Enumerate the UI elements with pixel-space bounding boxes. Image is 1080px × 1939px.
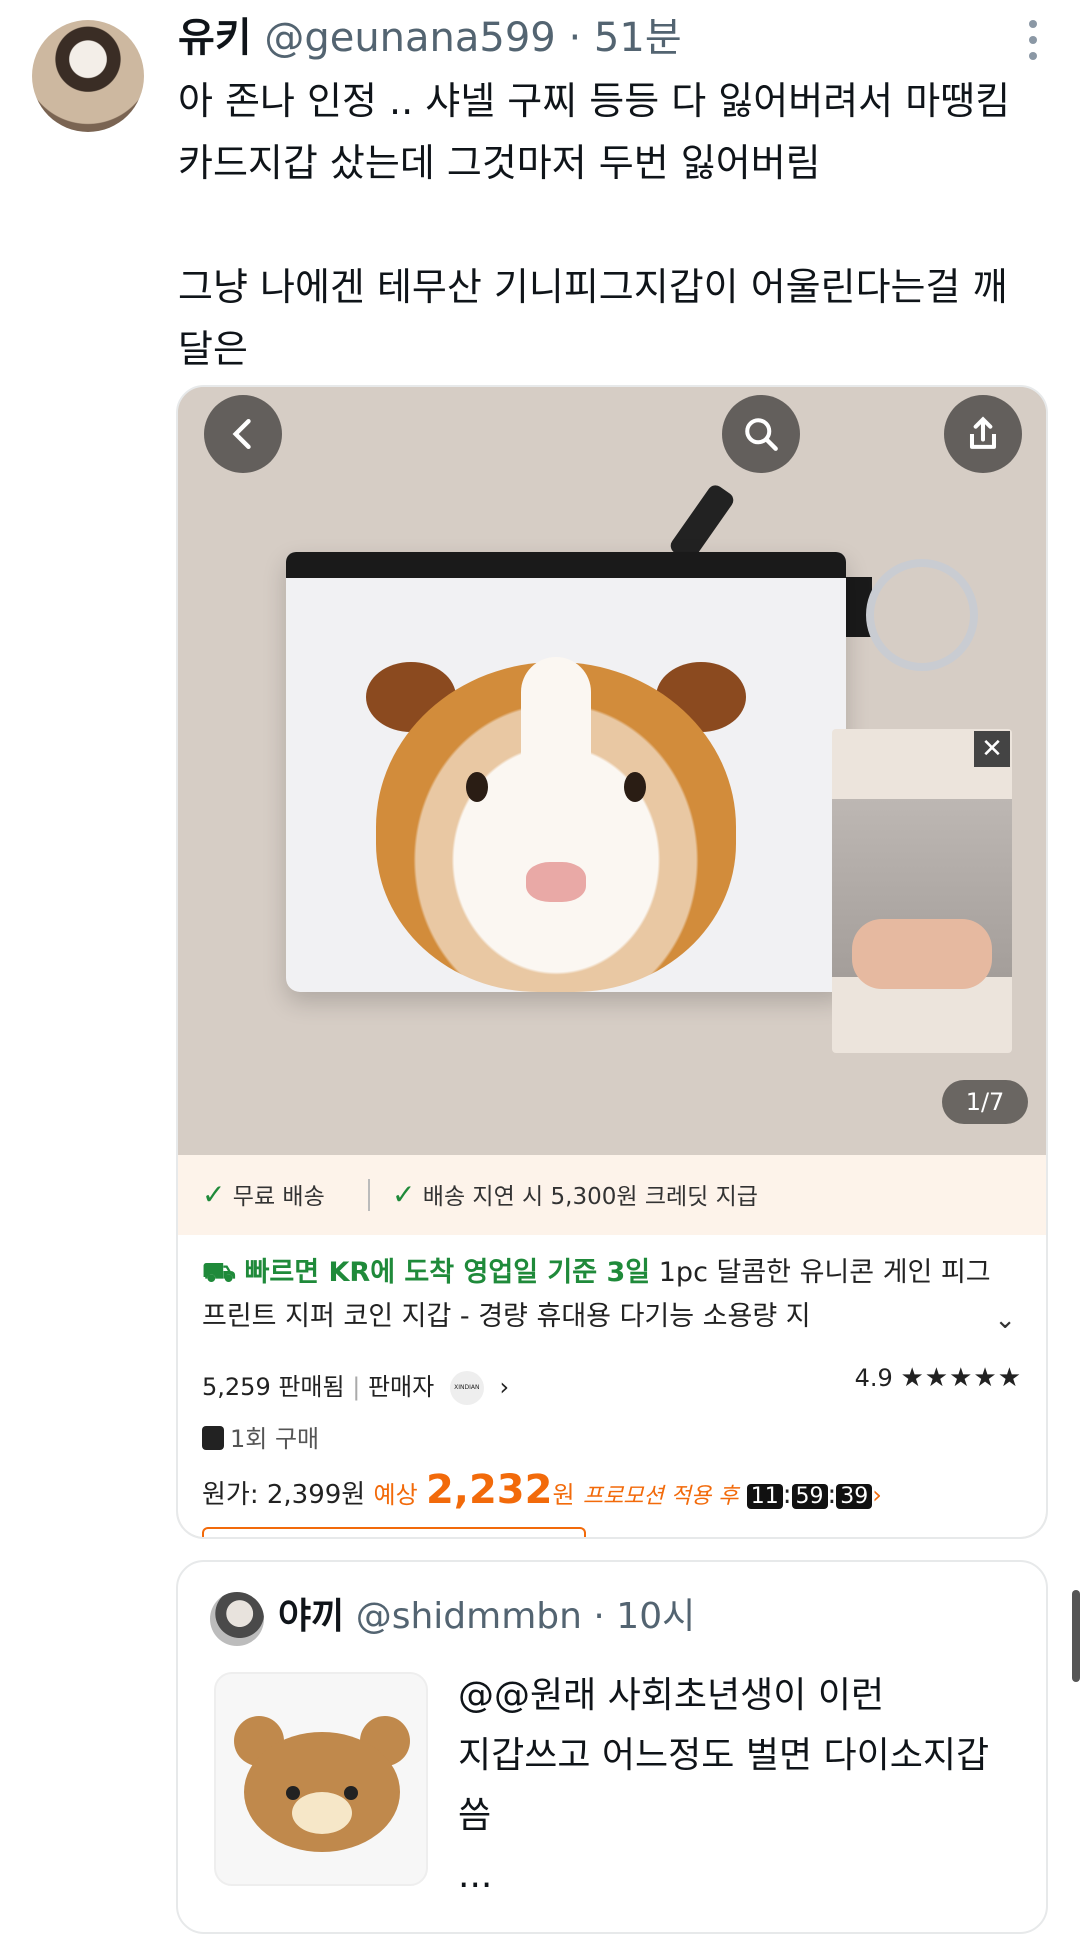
benefits-bar: ✓ 무료 배송 ✓ 배송 지연 시 5,300원 크레딧 지급 <box>178 1155 1046 1235</box>
author-handle[interactable]: @geunana599 <box>264 15 555 61</box>
back-icon[interactable] <box>204 395 282 473</box>
seller-label[interactable]: 판매자 <box>368 1373 434 1401</box>
product-photo: ✕ 1/7 <box>178 387 1046 1155</box>
sold-count: 5,259 판매됨 <box>202 1373 345 1401</box>
rating-value: 4.9 <box>854 1364 893 1392</box>
sales-row: 5,259 판매됨 | 판매자 XINDIAN › <box>202 1367 509 1405</box>
more-options-icon[interactable] <box>1024 20 1040 60</box>
quote-author-name[interactable]: 야끼 <box>278 1596 344 1637</box>
delay-credit-label: 배송 지연 시 5,300원 크레딧 지급 <box>422 1184 758 1210</box>
quote-author-avatar[interactable] <box>210 1592 264 1646</box>
seller-logo[interactable]: XINDIAN <box>449 1371 484 1405</box>
pouch-zipper <box>286 552 846 578</box>
star-rating-icon: ★★★★★ <box>900 1363 1022 1393</box>
product-info: ⛟ 빠르면 KR에 도착 영업일 기준 3일 1pc 달콤한 유니콘 게인 피그… <box>178 1235 1046 1537</box>
truck-icon: ⛟ <box>202 1257 236 1288</box>
chevron-right-icon[interactable]: › <box>499 1373 509 1401</box>
chevron-right-icon[interactable]: › <box>872 1481 882 1509</box>
product-title[interactable]: ⛟ 빠르면 KR에 도착 영업일 기준 3일 1pc 달콤한 유니콘 게인 피그… <box>202 1251 1002 1339</box>
currency: 원 <box>552 1481 575 1509</box>
shopping-bag-icon <box>202 1426 224 1450</box>
tweet-media-image[interactable]: ✕ 1/7 ✓ 무료 배송 ✓ 배송 지연 시 5,300원 크레딧 지급 ⛟ … <box>176 385 1048 1539</box>
chevron-down-icon[interactable]: ⌄ <box>994 1305 1016 1335</box>
free-shipping-label: 무료 배송 <box>232 1184 325 1210</box>
cut-off-banner <box>202 1527 586 1537</box>
shipping-highlight: 빠르면 KR에 도착 영업일 기준 3일 <box>244 1257 651 1288</box>
guinea-pig-pouch <box>286 552 846 992</box>
quote-media-thumbnail[interactable] <box>214 1672 428 1886</box>
original-price: 2,399원 <box>266 1480 366 1510</box>
divider <box>368 1179 370 1211</box>
rating[interactable]: 4.9 ★★★★★ <box>855 1363 1022 1393</box>
close-icon[interactable]: ✕ <box>974 731 1010 767</box>
scrollbar[interactable] <box>1072 1590 1080 1682</box>
estimate-label: 예상 <box>373 1481 418 1509</box>
tweet-header: 유키 @geunana599 · 51분 <box>178 12 682 64</box>
author-avatar[interactable] <box>32 20 144 132</box>
timer-minutes: 59 <box>791 1484 828 1509</box>
timer-seconds: 39 <box>836 1484 873 1509</box>
quote-separator: · <box>593 1596 605 1637</box>
image-counter: 1/7 <box>942 1080 1028 1124</box>
mini-video-player[interactable]: ✕ <box>832 729 1012 1053</box>
quote-time[interactable]: 10시 <box>616 1596 695 1637</box>
promo-text: 프로모션 적용 후 <box>582 1484 739 1509</box>
header-separator: · <box>568 15 582 61</box>
author-name[interactable]: 유키 <box>178 15 252 61</box>
share-icon[interactable] <box>944 395 1022 473</box>
timer-hours: 11 <box>746 1484 783 1509</box>
check-icon: ✓ <box>392 1178 416 1211</box>
check-icon: ✓ <box>202 1178 226 1211</box>
quote-author-handle[interactable]: @shidmmbn <box>356 1596 582 1637</box>
quoted-tweet[interactable]: 야끼 @shidmmbn · 10시 @@원래 사회초년생이 이런 지갑쓰고 어… <box>176 1560 1048 1934</box>
price-row: 원가: 2,399원 예상 2,232원 프로모션 적용 후 11:59:39 › <box>202 1467 882 1513</box>
estimate-price: 2,232 <box>425 1467 553 1513</box>
guinea-pig-print <box>346 622 766 992</box>
purchase-count: 1회 구매 <box>202 1419 319 1454</box>
bear-pouch-image <box>234 1712 410 1852</box>
key-ring <box>866 559 978 671</box>
search-icon[interactable] <box>722 395 800 473</box>
tweet-time[interactable]: 51분 <box>594 15 682 61</box>
quote-header: 야끼 @shidmmbn · 10시 <box>278 1588 695 1646</box>
original-price-label: 원가: <box>202 1480 259 1510</box>
quote-text: @@원래 사회초년생이 이런 지갑쓰고 어느정도 벌면 다이소지갑 씀 ... <box>458 1675 990 1896</box>
